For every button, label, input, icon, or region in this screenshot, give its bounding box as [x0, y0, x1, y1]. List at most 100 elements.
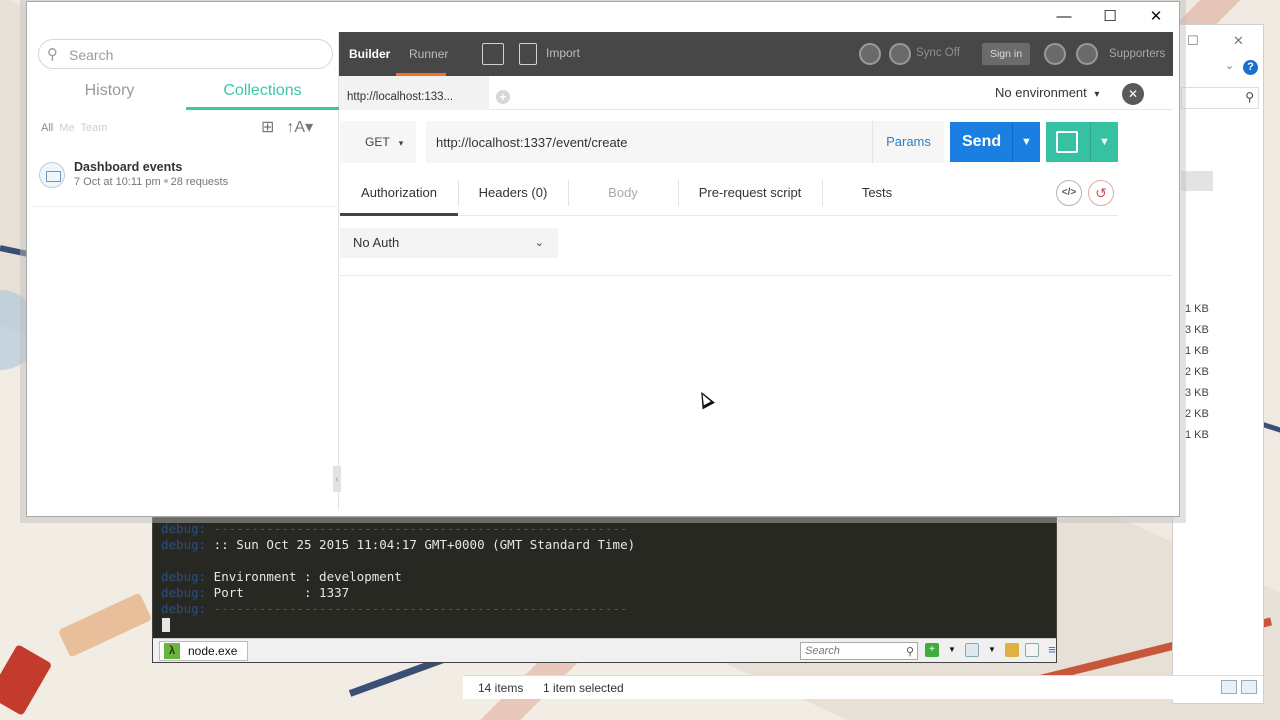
- request-tab[interactable]: http://localhost:133...: [339, 76, 489, 110]
- wallpaper-shape: [57, 592, 153, 658]
- text-cursor: [162, 618, 170, 632]
- environment-quicklook-icon[interactable]: ✕: [1122, 83, 1144, 105]
- list-item[interactable]: Dashboard events 7 Oct at 10:11 pm 28 req…: [33, 152, 339, 207]
- filter-all[interactable]: All: [41, 122, 53, 134]
- file-size: 2 KB: [1185, 408, 1209, 420]
- minimize-icon[interactable]: —: [1041, 2, 1087, 32]
- console-toolbar: λ node.exe Search ⚲ + ▼ ▼ ≡: [153, 638, 1056, 662]
- tab-authorization[interactable]: Authorization: [340, 176, 459, 216]
- filter-me[interactable]: Me: [59, 122, 74, 134]
- auth-type-select[interactable]: No Auth ⌄: [340, 228, 558, 258]
- maximize-icon[interactable]: ☐: [1187, 33, 1199, 49]
- new-collection-icon[interactable]: ⊞: [261, 117, 274, 137]
- new-window-icon[interactable]: [482, 43, 504, 65]
- console-line: debug: ---------------------------------…: [161, 601, 628, 616]
- chevron-down-icon[interactable]: ⌄: [1225, 59, 1234, 72]
- collection-request-count: 28 requests: [170, 176, 229, 188]
- tab-headers[interactable]: Headers (0): [458, 176, 569, 216]
- tab-builder[interactable]: Builder: [349, 32, 390, 76]
- sidebar-search-input[interactable]: [69, 45, 319, 65]
- send-button[interactable]: Send ▼: [950, 122, 1040, 162]
- tab-prerequest-script[interactable]: Pre-request script: [678, 176, 823, 216]
- heart-icon[interactable]: [1076, 43, 1098, 65]
- panel-icon[interactable]: [1025, 643, 1039, 657]
- maximize-icon[interactable]: ☐: [1087, 2, 1133, 32]
- tab-runner[interactable]: Runner: [409, 32, 448, 76]
- lock-icon[interactable]: [1005, 643, 1019, 657]
- request-tabs: http://localhost:133... + No environment…: [339, 76, 1173, 110]
- close-icon[interactable]: ✕: [1233, 33, 1244, 49]
- search-icon: ⚲: [1245, 90, 1254, 104]
- folder-icon: [39, 162, 65, 188]
- close-icon[interactable]: ✕: [1133, 2, 1179, 32]
- explorer-search-input[interactable]: ⚲: [1181, 87, 1259, 109]
- chevron-down-icon[interactable]: ▼: [945, 643, 959, 657]
- explorer-status-bar: 14 items 1 item selected: [463, 675, 1263, 699]
- menu-icon[interactable]: ≡: [1045, 643, 1059, 657]
- settings-icon[interactable]: [1044, 43, 1066, 65]
- file-size: 3 KB: [1185, 387, 1209, 399]
- console-line: debug: :: Sun Oct 25 2015 11:04:17 GMT+0…: [161, 537, 636, 552]
- postman-window: — ☐ ✕ ⚲ History Collections All Me Team …: [26, 1, 1180, 517]
- collection-date: 7 Oct at 10:11 pm: [74, 176, 161, 188]
- selected-row[interactable]: [1181, 171, 1213, 191]
- help-icon[interactable]: ?: [1243, 60, 1258, 75]
- console-search-placeholder: Search: [805, 645, 840, 657]
- import-icon[interactable]: [519, 43, 537, 65]
- sort-icon[interactable]: ↑A▾: [286, 117, 313, 137]
- save-button[interactable]: ▼: [1046, 122, 1118, 162]
- details-view-icon[interactable]: [1221, 680, 1237, 694]
- params-button[interactable]: Params: [872, 121, 944, 163]
- chevron-down-icon[interactable]: ▼: [1090, 122, 1118, 162]
- chevron-down-icon: ⌄: [534, 237, 544, 249]
- collection-meta: 7 Oct at 10:11 pm 28 requests: [74, 176, 228, 188]
- code-icon[interactable]: </>: [1056, 180, 1082, 206]
- file-size: 3 KB: [1185, 324, 1209, 336]
- send-label: Send: [962, 133, 1002, 150]
- search-icon: ⚲: [47, 46, 58, 63]
- wallpaper-shape: [0, 644, 53, 716]
- tab-body[interactable]: Body: [568, 176, 679, 216]
- tab-history[interactable]: History: [33, 80, 186, 110]
- header-toolbar: Builder Runner Import Sync Off Sign in S…: [339, 32, 1173, 76]
- split-view-icon[interactable]: [965, 643, 979, 657]
- console-line: debug: ---------------------------------…: [161, 521, 628, 536]
- chevron-down-icon: ▾: [1094, 89, 1100, 100]
- tiles-view-icon[interactable]: [1241, 680, 1257, 694]
- console-line: debug: Port : 1337: [161, 585, 350, 600]
- filter-team[interactable]: Team: [81, 122, 108, 134]
- item-count: 14 items: [478, 681, 524, 695]
- sidebar-collapse-handle[interactable]: ‹: [333, 466, 341, 492]
- tab-collections[interactable]: Collections: [186, 80, 339, 110]
- console-line: debug: Environment : development: [161, 569, 402, 584]
- reset-icon[interactable]: ↺: [1088, 180, 1114, 206]
- method-select[interactable]: GET ▾: [340, 121, 416, 163]
- file-size: 1 KB: [1185, 303, 1209, 315]
- supporters-link[interactable]: Supporters: [1109, 48, 1165, 60]
- request-section-tabs: Authorization Headers (0) Body Pre-reque…: [340, 176, 1118, 216]
- import-button[interactable]: Import: [546, 46, 580, 60]
- new-console-icon[interactable]: +: [925, 643, 939, 657]
- interceptor-icon[interactable]: [859, 43, 881, 65]
- chevron-down-icon[interactable]: ▼: [985, 643, 999, 657]
- sync-icon[interactable]: [889, 43, 911, 65]
- sidebar: ⚲ History Collections All Me Team ⊞ ↑A▾ …: [33, 32, 339, 510]
- lambda-icon: λ: [164, 643, 180, 659]
- chevron-down-icon[interactable]: ▼: [1012, 122, 1040, 162]
- add-tab-button[interactable]: +: [496, 90, 510, 104]
- url-field[interactable]: [426, 121, 872, 163]
- console-tab-label: node.exe: [188, 644, 238, 658]
- console-search-input[interactable]: Search ⚲: [800, 642, 918, 660]
- url-input[interactable]: [436, 132, 856, 152]
- section-divider: [338, 275, 1172, 276]
- file-size: 2 KB: [1185, 366, 1209, 378]
- file-size: 1 KB: [1185, 345, 1209, 357]
- environment-select[interactable]: No environment ▾: [995, 85, 1099, 100]
- sidebar-search[interactable]: ⚲: [38, 39, 333, 69]
- save-icon: [1056, 131, 1078, 153]
- sign-in-button[interactable]: Sign in: [982, 43, 1030, 65]
- sidebar-tabs: History Collections: [33, 80, 339, 110]
- file-explorer-window: ☐ ✕ ⌄ ⚲ 1 KB 3 KB 1 KB 2 KB 3 KB 2 KB 1 …: [1172, 24, 1264, 704]
- console-tab-node[interactable]: λ node.exe: [159, 641, 249, 661]
- tab-tests[interactable]: Tests: [822, 176, 932, 216]
